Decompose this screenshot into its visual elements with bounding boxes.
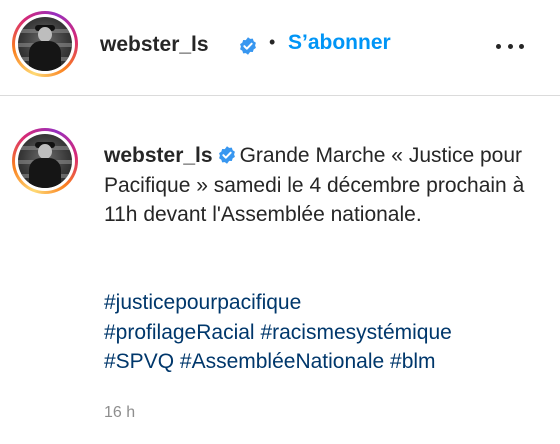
hashtag-link[interactable]: #profilageRacial <box>104 321 255 344</box>
separator-dot: • <box>269 32 276 52</box>
post-timestamp: 16 h <box>104 404 136 421</box>
more-options-icon[interactable] <box>496 36 524 56</box>
hashtag-list: #justicepourpacifique #profilageRacial #… <box>104 288 554 377</box>
verified-badge-icon <box>240 37 256 55</box>
post-caption: webster_ls Grande Marche « Justice pour … <box>104 141 549 230</box>
header-username[interactable]: webster_ls <box>100 33 209 57</box>
hashtag-link[interactable]: #justicepourpacifique <box>104 291 301 314</box>
follow-button[interactable]: S’abonner <box>288 31 391 55</box>
profile-photo <box>18 134 72 188</box>
hashtag-link[interactable]: #SPVQ <box>104 350 174 373</box>
profile-photo <box>18 17 72 71</box>
hashtag-link[interactable]: #AssembléeNationale <box>180 350 384 373</box>
caption-avatar[interactable] <box>12 128 78 194</box>
hashtag-link[interactable]: #blm <box>390 350 436 373</box>
caption-username[interactable]: webster_ls <box>104 144 213 167</box>
verified-badge-icon <box>218 146 235 164</box>
hashtag-link[interactable]: #racismesystémique <box>260 321 451 344</box>
avatar[interactable] <box>12 11 78 77</box>
post-header: webster_ls • S’abonner <box>0 0 560 96</box>
